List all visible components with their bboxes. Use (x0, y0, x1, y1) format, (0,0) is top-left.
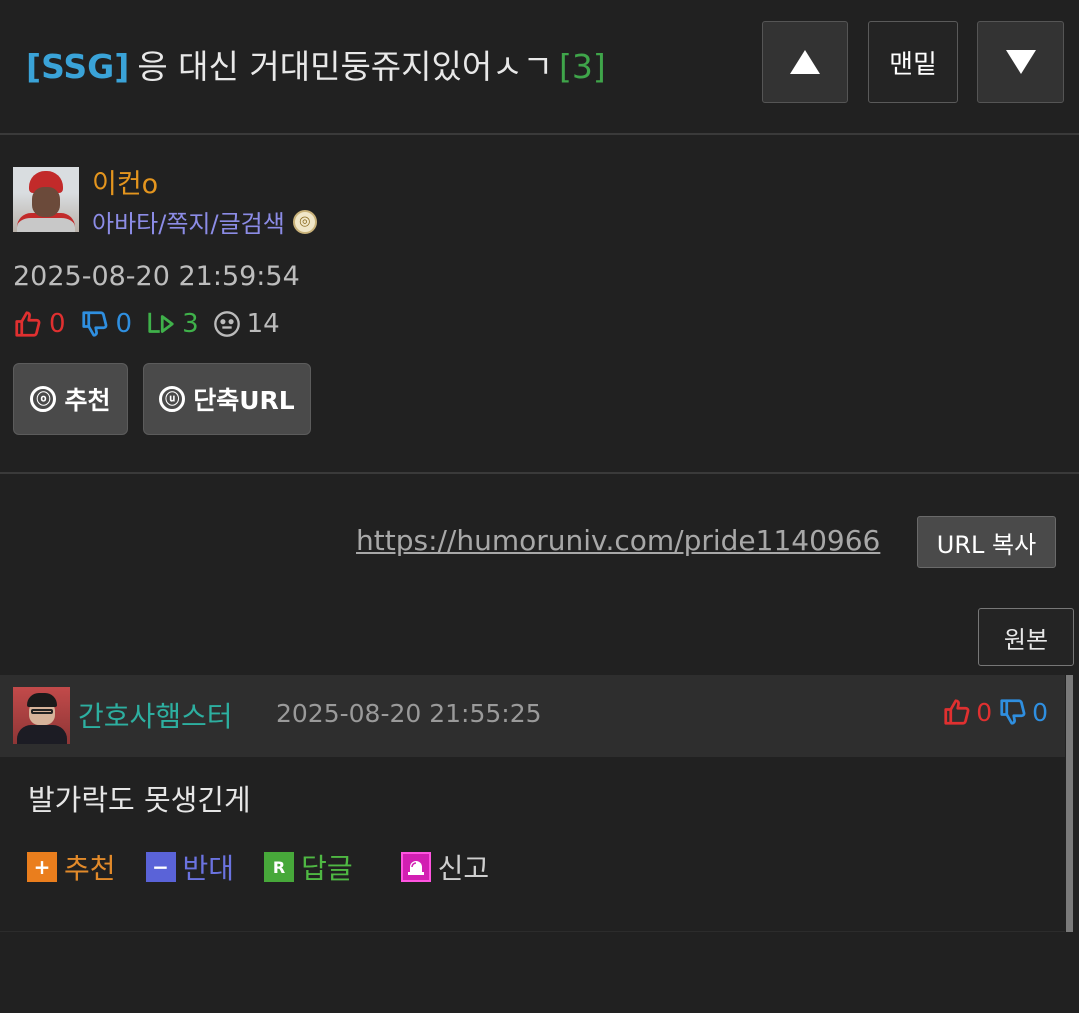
comment-header: 간호사햄스터 2025-08-20 21:55:25 0 0 (0, 675, 1065, 757)
comment-oppose-button[interactable]: − 반대 (145, 847, 235, 887)
view-count: 14 (246, 309, 280, 339)
comment-date: 2025-08-20 21:55:25 (276, 699, 542, 728)
comment-recommend-label: 추천 (64, 852, 116, 885)
post-title: [SSG] 응 대신 거대민둥쥬지있어ㅅㄱ [3] (26, 40, 606, 88)
comment-actions: + 추천 − 반대 R 답글 신고 (27, 847, 519, 887)
thumbs-up-icon (944, 699, 970, 725)
smiley-icon (213, 311, 240, 337)
comment-reply-button[interactable]: R 답글 (264, 847, 353, 887)
comment-body: 발가락도 못생긴게 (28, 783, 251, 817)
comment-oppose-label: 반대 (182, 852, 235, 885)
triangle-down-icon (1005, 50, 1036, 74)
recommend-button[interactable]: ⓞ 추천 (13, 363, 128, 435)
category-tag: [SSG] (26, 47, 130, 86)
view-stat: 14 (213, 309, 280, 339)
scroll-down-button[interactable] (977, 21, 1064, 103)
commenter-avatar[interactable] (13, 687, 70, 744)
commenter-name[interactable]: 간호사햄스터 (78, 695, 233, 735)
reply-r-icon: R (264, 852, 295, 882)
post-stats: 0 0 3 14 (13, 307, 294, 341)
reply-arrow-icon (148, 312, 174, 333)
author-links-text[interactable]: 아바타/쪽지/글검색 (92, 204, 285, 239)
comment-report-label: 신고 (437, 852, 490, 885)
comment-recommend-button[interactable]: + 추천 (27, 847, 116, 887)
post-title-text: 응 대신 거대민둥쥬지있어ㅅㄱ (137, 47, 553, 86)
short-url-circle-icon: ⓤ (159, 386, 186, 412)
triangle-up-icon (790, 50, 820, 74)
thumbs-up-icon (15, 311, 41, 337)
plus-icon: + (27, 852, 57, 882)
scrollbar[interactable] (1066, 675, 1073, 932)
post-date: 2025-08-20 21:59:54 (13, 261, 300, 292)
like-count: 0 (49, 309, 66, 339)
medal-badge-icon: ◎ (292, 209, 317, 234)
like-stat: 0 (13, 309, 66, 339)
post-header: [SSG] 응 대신 거대민둥쥬지있어ㅅㄱ [3] 맨밑 (0, 0, 1079, 135)
recommend-circle-icon: ⓞ (30, 386, 57, 412)
minus-icon: − (145, 852, 176, 882)
url-copy-button[interactable]: URL 복사 (917, 516, 1056, 568)
comment-count: [3] (558, 47, 606, 86)
comment-report-button[interactable]: 신고 (400, 847, 490, 887)
comment-dislike-count: 0 (1032, 697, 1048, 727)
author-links: 아바타/쪽지/글검색 ◎ (92, 204, 317, 239)
author-avatar[interactable] (13, 167, 79, 232)
reply-count: 3 (182, 309, 199, 339)
author-name[interactable]: 이컨o (92, 162, 158, 201)
short-url-button[interactable]: ⓤ 단축URL (143, 363, 311, 435)
scroll-up-button[interactable] (762, 21, 848, 103)
comment-like-count: 0 (976, 697, 993, 727)
thumbs-down-icon (81, 311, 107, 337)
comment-item: 간호사햄스터 2025-08-20 21:55:25 0 0 발가락도 못생긴게… (0, 675, 1065, 932)
post-url-link[interactable]: https://humoruniv.com/pride1140966 (356, 524, 880, 557)
thumbs-down-icon (1000, 699, 1026, 725)
reply-stat: 3 (146, 309, 199, 339)
go-bottom-button[interactable]: 맨밑 (868, 21, 958, 103)
comment-votes: 0 0 (942, 697, 1054, 727)
recommend-label: 추천 (64, 386, 111, 415)
siren-icon (400, 852, 431, 882)
comment-reply-label: 답글 (301, 852, 353, 885)
dislike-count: 0 (115, 309, 133, 339)
dislike-stat: 0 (80, 309, 133, 339)
short-url-label: 단축URL (193, 386, 295, 415)
original-button[interactable]: 원본 (978, 608, 1074, 666)
divider (0, 472, 1079, 474)
